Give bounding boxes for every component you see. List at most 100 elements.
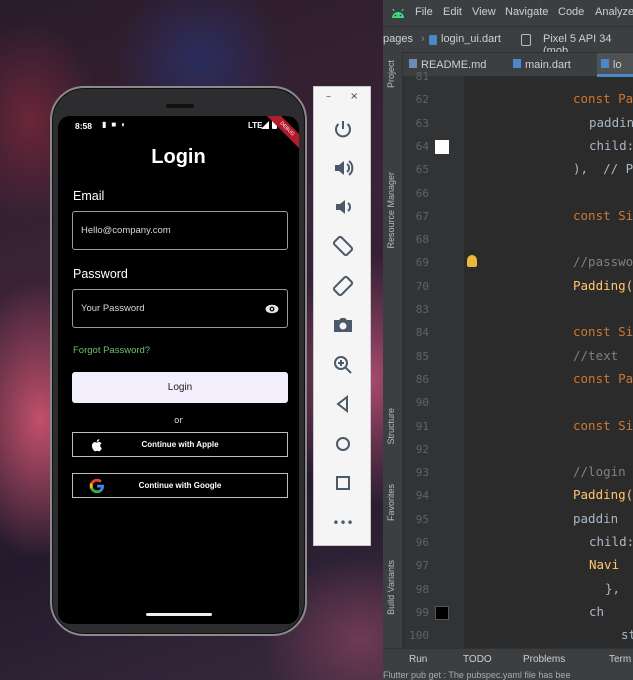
- tool-window-bar: Run TODO Problems Term: [383, 648, 633, 670]
- status-notification-icons: ▮ ■ ◐: [102, 120, 126, 129]
- menu-view[interactable]: View: [472, 6, 496, 18]
- code-line[interactable]: //text: [573, 348, 618, 363]
- menu-edit[interactable]: Edit: [443, 6, 462, 18]
- code-line[interactable]: const Si: [573, 418, 633, 433]
- line-number: 83: [415, 303, 429, 316]
- code-line[interactable]: paddin: [589, 115, 633, 130]
- menu-navigate[interactable]: Navigate: [505, 6, 548, 18]
- panel-project[interactable]: Project: [386, 60, 396, 88]
- continue-with-apple-button[interactable]: Continue with Apple: [72, 432, 288, 457]
- color-swatch-white[interactable]: [435, 140, 449, 154]
- line-number: 91: [415, 419, 429, 433]
- line-number: 99: [415, 605, 429, 619]
- menu-code[interactable]: Code: [558, 6, 584, 18]
- code-line[interactable]: Padding(: [573, 278, 633, 293]
- phone-emulator-frame: 8:58 ▮ ■ ◐ LTE DEBUG Login Email Passwor…: [50, 86, 307, 636]
- line-number: 66: [415, 186, 429, 200]
- line-number: 65: [415, 163, 429, 177]
- tab-login-ui[interactable]: lo: [597, 53, 633, 77]
- code-line[interactable]: const Pa: [573, 371, 633, 386]
- code-line[interactable]: const Si: [573, 208, 633, 223]
- line-number: 69: [415, 256, 429, 270]
- device-icon: [521, 34, 531, 46]
- lightbulb-icon[interactable]: [467, 255, 477, 267]
- dart-file-icon: [513, 59, 521, 68]
- gesture-home-bar[interactable]: [146, 613, 212, 616]
- code-line[interactable]: paddin: [573, 511, 618, 526]
- code-line[interactable]: ), // P: [573, 161, 633, 176]
- email-field[interactable]: [72, 211, 288, 250]
- code-line[interactable]: child:: [589, 138, 633, 153]
- terminal-tool[interactable]: Term: [609, 654, 631, 665]
- mic-icon: ▮: [102, 120, 107, 129]
- code-line[interactable]: ch: [589, 604, 604, 619]
- minimize-button[interactable]: –: [326, 91, 331, 102]
- ide-menu-bar: File Edit View Navigate Code Analyze: [383, 0, 633, 26]
- line-number: 85: [415, 349, 429, 363]
- breadcrumb-file[interactable]: login_ui.dart: [441, 33, 501, 45]
- line-number: 67: [415, 209, 429, 223]
- panel-favorites[interactable]: Favorites: [386, 484, 396, 521]
- or-divider: or: [174, 416, 183, 426]
- rotate-left-icon[interactable]: [331, 234, 355, 258]
- menu-analyze[interactable]: Analyze: [595, 6, 633, 18]
- home-icon[interactable]: [331, 432, 355, 456]
- volume-down-icon[interactable]: [331, 195, 355, 219]
- overview-icon[interactable]: [331, 471, 355, 495]
- code-line[interactable]: const Si: [573, 324, 633, 339]
- panel-resource-manager[interactable]: Resource Manager: [386, 172, 396, 249]
- continue-with-google-button[interactable]: Continue with Google: [72, 473, 288, 498]
- email-input[interactable]: [73, 212, 287, 249]
- problems-tool[interactable]: Problems: [523, 654, 565, 665]
- panel-structure[interactable]: Structure: [386, 408, 396, 445]
- code-line[interactable]: Padding(: [573, 487, 633, 502]
- code-line[interactable]: styl: [621, 627, 633, 642]
- phone-screen[interactable]: 8:58 ▮ ■ ◐ LTE DEBUG Login Email Passwor…: [58, 116, 299, 624]
- eye-icon[interactable]: [265, 304, 279, 314]
- color-swatch-black[interactable]: [435, 606, 449, 620]
- password-input[interactable]: [73, 290, 287, 327]
- password-label: Password: [73, 267, 128, 281]
- power-icon[interactable]: [331, 117, 355, 141]
- line-number: 90: [415, 396, 429, 410]
- forgot-password-link[interactable]: Forgot Password?: [73, 345, 150, 356]
- line-number: 96: [415, 536, 429, 549]
- breadcrumb-folder[interactable]: pages: [383, 33, 413, 45]
- camera-icon[interactable]: [331, 313, 355, 337]
- markdown-icon: [409, 59, 417, 68]
- close-button[interactable]: ×: [350, 91, 358, 102]
- more-icon[interactable]: •••: [331, 511, 355, 535]
- tab-login-ui-label: lo: [613, 59, 622, 71]
- back-icon[interactable]: [331, 392, 355, 416]
- todo-tool[interactable]: TODO: [463, 654, 492, 665]
- password-field[interactable]: [72, 289, 288, 328]
- tab-main[interactable]: main.dart: [513, 53, 591, 77]
- sim-icon: ■: [111, 120, 117, 129]
- ide-window: File Edit View Navigate Code Analyze pag…: [383, 0, 633, 680]
- page-title: Login: [151, 146, 206, 168]
- line-number: 100: [409, 629, 429, 643]
- line-number: 70: [415, 279, 429, 293]
- code-line[interactable]: },: [605, 581, 620, 596]
- login-button[interactable]: Login: [72, 372, 288, 403]
- code-line[interactable]: //passwo: [573, 254, 633, 269]
- code-line[interactable]: child:: [589, 534, 633, 549]
- run-tool[interactable]: Run: [409, 654, 427, 665]
- apple-button-label: Continue with Apple: [141, 440, 219, 449]
- code-line[interactable]: //login: [573, 464, 626, 479]
- line-number: 64: [415, 139, 429, 153]
- panel-build-variants[interactable]: Build Variants: [386, 560, 396, 615]
- line-number: 84: [415, 326, 429, 340]
- rotate-right-icon[interactable]: [331, 274, 355, 298]
- emulator-window-controls: – ×: [314, 87, 372, 109]
- code-line[interactable]: const Pa: [573, 91, 633, 106]
- menu-file[interactable]: File: [415, 6, 433, 18]
- code-line[interactable]: Navi: [589, 557, 619, 572]
- line-number: 94: [415, 489, 429, 503]
- line-number: 63: [415, 116, 429, 130]
- line-number: 81: [415, 70, 429, 83]
- line-number: 95: [415, 512, 429, 526]
- volume-up-icon[interactable]: [331, 156, 355, 180]
- zoom-icon[interactable]: [331, 353, 355, 377]
- status-time: 8:58: [75, 121, 93, 131]
